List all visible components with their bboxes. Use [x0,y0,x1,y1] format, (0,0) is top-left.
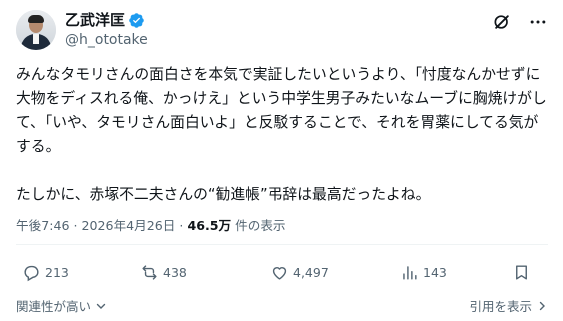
more-icon[interactable] [528,12,548,32]
author-info: 乙武洋匡 @h_ototake [65,10,148,50]
sort-relevance-dropdown[interactable]: 関連性が高い [16,296,107,315]
divider [16,244,548,245]
tweet-meta: 午後7:46 · 2026年4月26日 · 46.5万 件の表示 [16,216,286,236]
bar-chart-icon [403,266,417,280]
heart-icon [272,267,287,280]
views-label: 件の表示 [235,218,286,233]
avatar[interactable] [16,10,56,50]
header-actions [492,12,548,32]
like-button[interactable]: 4,497 [270,263,329,282]
chevron-right-icon [539,301,545,310]
like-count: 4,497 [293,265,329,280]
bookmark-icon [516,265,527,280]
tweet-text: みんなタモリさんの面白さを本気で実証したいというより、「忖度なんかせずに大物をデ… [16,66,547,203]
tweet-header: 乙武洋匡 @h_ototake [16,10,548,50]
view-quotes-link[interactable]: 引用を表示 [469,296,548,315]
meta-separator: · [73,218,78,233]
meta-separator-2: · [179,218,184,233]
reply-button[interactable]: 213 [22,263,69,282]
chevron-down-icon [96,303,106,309]
author-display-name[interactable]: 乙武洋匡 [65,10,125,30]
tweet-date[interactable]: 2026年4月26日 [82,218,176,233]
view-quotes-label: 引用を表示 [469,299,532,314]
views-button[interactable]: 143 [400,263,447,282]
views-action-count: 143 [423,265,447,280]
retweet-icon [142,265,157,280]
tweet-time[interactable]: 午後7:46 [16,218,69,233]
reply-icon [24,265,39,282]
author-name-row[interactable]: 乙武洋匡 [65,10,148,30]
verified-badge-icon [129,12,144,28]
action-bar: 213 438 4,497 143 [16,263,548,285]
author-handle[interactable]: @h_ototake [65,30,148,50]
bookmark-button[interactable] [512,263,535,282]
sort-relevance-label: 関連性が高い [16,299,92,314]
reply-count: 213 [45,265,69,280]
reply-controls: 関連性が高い 引用を表示 [16,296,548,316]
retweet-button[interactable]: 438 [140,263,187,282]
views-count: 46.5万 [187,218,232,233]
retweet-count: 438 [163,265,187,280]
grok-icon[interactable] [492,12,512,32]
